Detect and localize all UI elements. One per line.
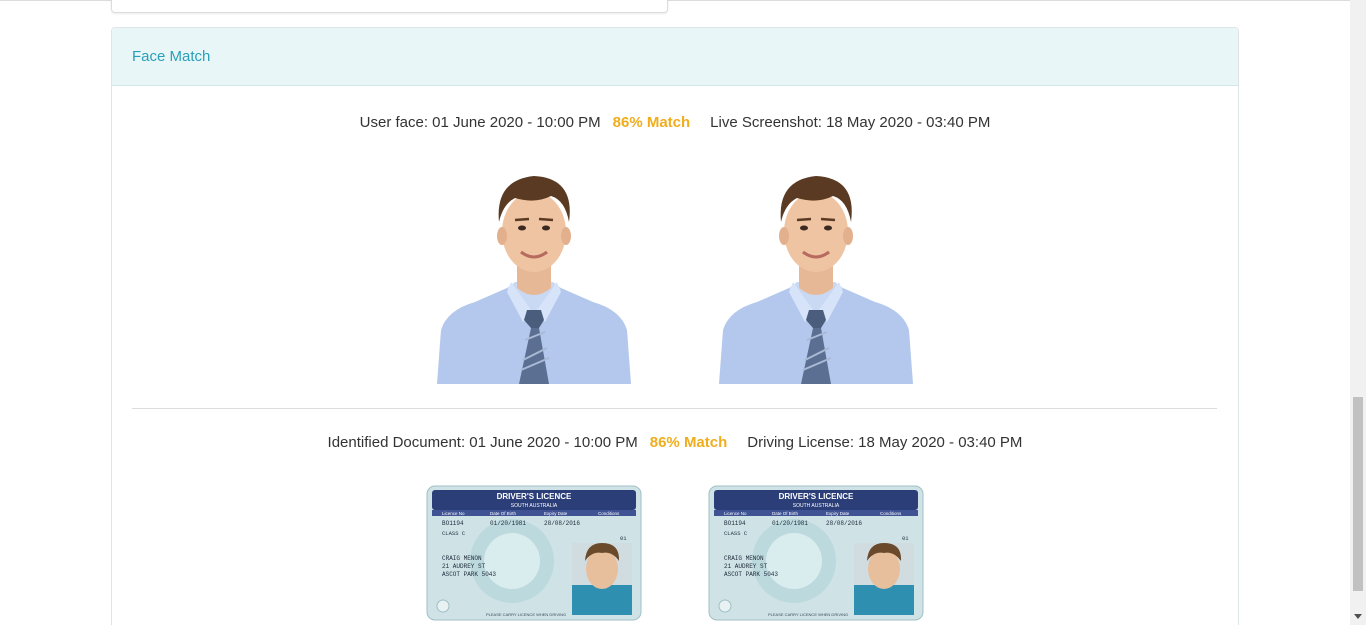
portrait-image (719, 176, 913, 384)
licence-state: SOUTH AUSTRALIA (511, 503, 558, 509)
col-dob: Date Of Birth (772, 511, 799, 516)
scroll-down-arrow-icon[interactable] (1354, 614, 1362, 619)
scrollbar-thumb[interactable] (1353, 397, 1363, 591)
driving-license-image[interactable]: DRIVER'S LICENCE SOUTH AUSTRALIA Licence… (708, 485, 924, 621)
licence-card: DRIVER'S LICENCE SOUTH AUSTRALIA Licence… (708, 485, 924, 621)
licence-dob: 01/20/1981 (490, 520, 526, 527)
licence-footer: PLEASE CARRY LICENCE WHEN DRIVING (768, 612, 848, 617)
col-licence-no: Licence No (442, 511, 465, 516)
live-screenshot-label: Live Screenshot: 18 May 2020 - 03:40 PM (710, 114, 991, 131)
portrait-image (437, 176, 631, 384)
identified-document-label: Identified Document: 01 June 2020 - 10:0… (327, 434, 638, 451)
licence-no: BO1194 (724, 520, 746, 527)
licence-name: CRAIG MENON (724, 555, 764, 562)
live-screenshot-photo[interactable] (717, 170, 915, 384)
user-face-photo[interactable] (435, 170, 633, 384)
face-match-card: Face Match User face: 01 June 2020 - 10:… (111, 27, 1239, 625)
face-info-row: User face: 01 June 2020 - 10:00 PM 86% M… (112, 114, 1238, 131)
licence-expiry: 28/08/2016 (826, 520, 862, 527)
licence-heading: DRIVER'S LICENCE (497, 492, 572, 501)
licence-card: DRIVER'S LICENCE SOUTH AUSTRALIA Licence… (426, 485, 642, 621)
col-licence-no: Licence No (724, 511, 747, 516)
section-divider (132, 408, 1217, 409)
licence-address2: ASCOT PARK 5043 (724, 571, 778, 578)
face-match-badge: 86% Match (612, 114, 691, 131)
licence-address2: ASCOT PARK 5043 (442, 571, 496, 578)
licence-dob: 01/20/1981 (772, 520, 808, 527)
user-face-label: User face: 01 June 2020 - 10:00 PM (359, 114, 601, 131)
col-expiry: Expiry Date (544, 511, 568, 516)
card-header: Face Match (112, 28, 1238, 86)
col-dob: Date Of Birth (490, 511, 517, 516)
card-title: Face Match (132, 48, 211, 65)
licence-class: CLASS C (724, 530, 748, 537)
licence-name: CRAIG MENON (442, 555, 482, 562)
previous-card (111, 0, 668, 13)
licence-heading: DRIVER'S LICENCE (779, 492, 854, 501)
licence-expiry: 28/08/2016 (544, 520, 580, 527)
licence-no: BO1194 (442, 520, 464, 527)
licence-01: 01 (902, 535, 909, 542)
licence-address1: 21 AUDREY ST (724, 563, 768, 570)
col-conditions: Conditions (598, 511, 620, 516)
col-expiry: Expiry Date (826, 511, 850, 516)
licence-footer: PLEASE CARRY LICENCE WHEN DRIVING (486, 612, 566, 617)
vertical-scrollbar[interactable] (1350, 0, 1366, 625)
licence-state: SOUTH AUSTRALIA (793, 503, 840, 509)
driving-license-label: Driving License: 18 May 2020 - 03:40 PM (747, 434, 1023, 451)
licence-address1: 21 AUDREY ST (442, 563, 486, 570)
licence-class: CLASS C (442, 530, 466, 537)
document-info-row: Identified Document: 01 June 2020 - 10:0… (112, 434, 1238, 451)
page: Face Match User face: 01 June 2020 - 10:… (0, 0, 1366, 625)
col-conditions: Conditions (880, 511, 902, 516)
licence-01: 01 (620, 535, 627, 542)
document-match-badge: 86% Match (649, 434, 728, 451)
identified-document-image[interactable]: DRIVER'S LICENCE SOUTH AUSTRALIA Licence… (426, 485, 642, 621)
